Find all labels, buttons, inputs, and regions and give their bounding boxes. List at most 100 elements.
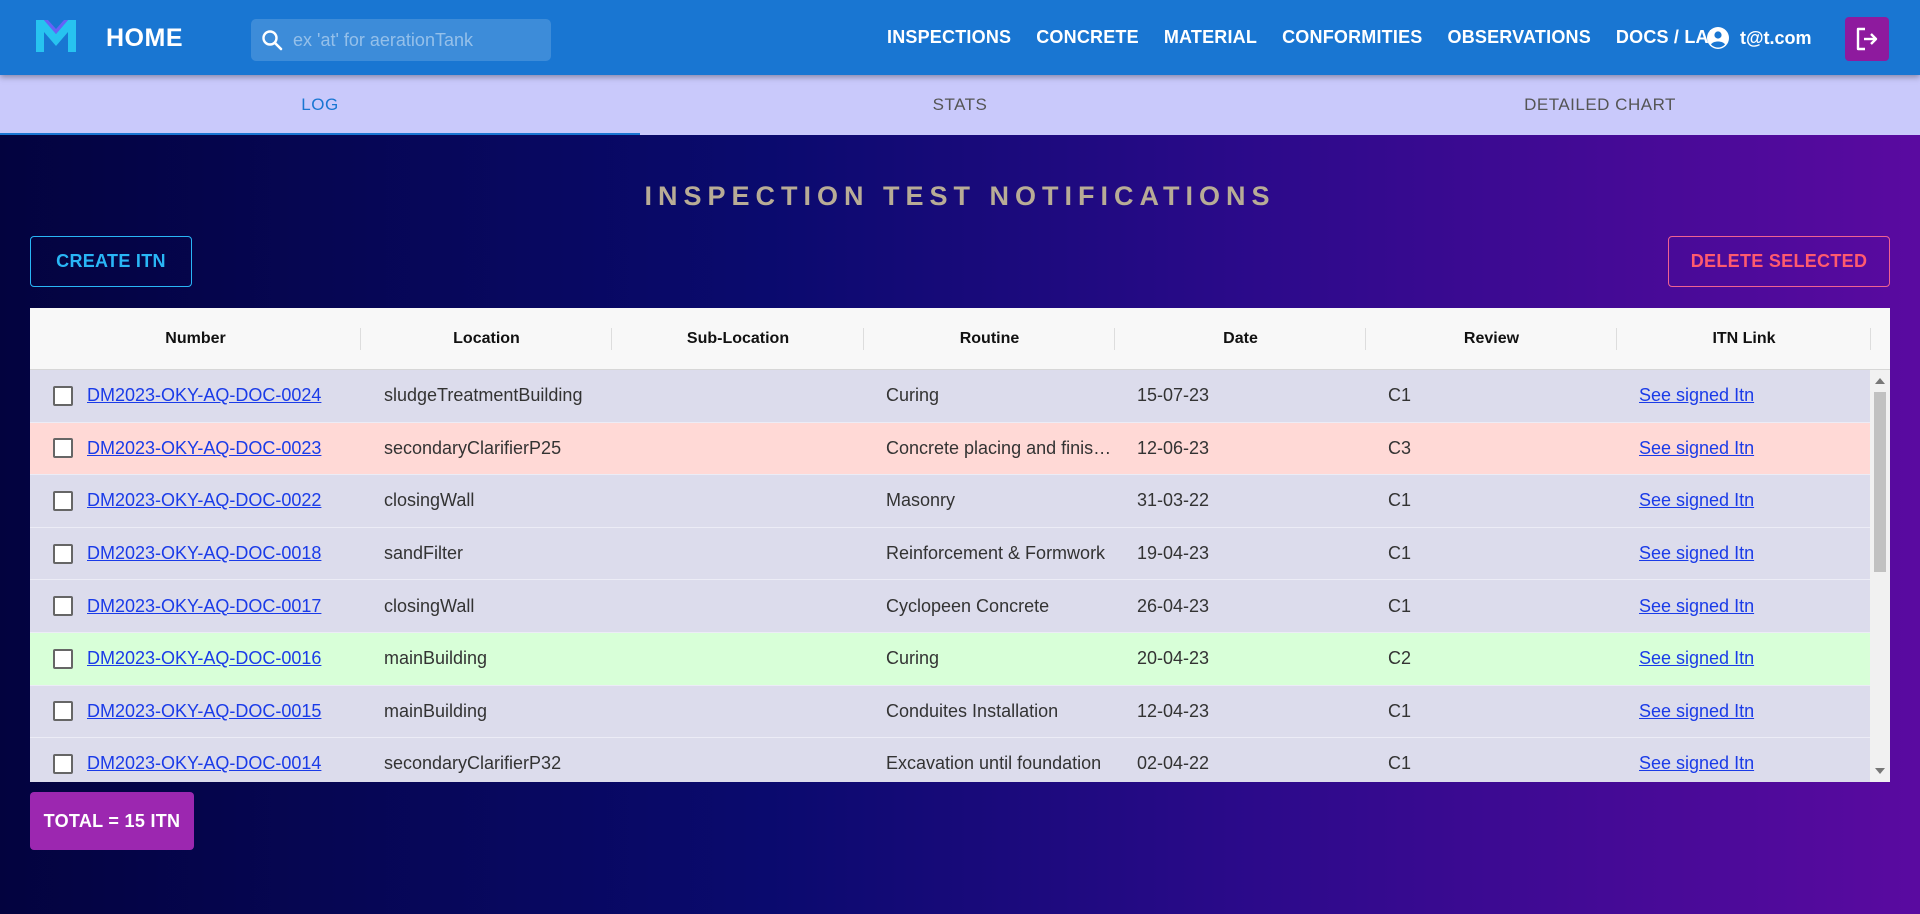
table-row: DM2023-OKY-AQ-DOC-0018 sandFilter Reinfo… [30, 528, 1890, 581]
search-icon [251, 19, 293, 61]
delete-selected-button[interactable]: DELETE SELECTED [1668, 236, 1890, 287]
nav-inspections[interactable]: INSPECTIONS [887, 27, 1011, 48]
row-checkbox[interactable] [53, 596, 73, 617]
user-menu[interactable]: t@t.com [1706, 26, 1812, 50]
nav-material[interactable]: MATERIAL [1164, 27, 1257, 48]
table-row: DM2023-OKY-AQ-DOC-0016 mainBuilding Curi… [30, 632, 1890, 686]
date-cell: 19-04-23 [1137, 543, 1210, 564]
itn-number-link[interactable]: DM2023-OKY-AQ-DOC-0022 [87, 490, 321, 511]
routine-cell: Masonry [886, 490, 956, 511]
column-label: Review [1463, 330, 1520, 347]
search-input[interactable] [293, 29, 543, 51]
table-row: DM2023-OKY-AQ-DOC-0024 sludgeTreatmentBu… [30, 370, 1890, 423]
column-label: ITN Link [1712, 330, 1776, 347]
total-itn-badge: TOTAL = 15 ITN [30, 792, 194, 850]
table-scrollbar[interactable] [1870, 370, 1890, 782]
location-cell: sandFilter [384, 543, 464, 564]
column-label: Sub-Location [686, 330, 790, 347]
signed-itn-link[interactable]: See signed Itn [1639, 490, 1754, 510]
row-checkbox[interactable] [53, 490, 73, 511]
column-label: Location [453, 330, 520, 347]
column-header-date[interactable]: Date [1115, 308, 1366, 370]
itn-number-link[interactable]: DM2023-OKY-AQ-DOC-0017 [87, 596, 321, 617]
column-header-number[interactable]: Number [30, 308, 361, 370]
nav-observations[interactable]: OBSERVATIONS [1448, 27, 1591, 48]
table-body: DM2023-OKY-AQ-DOC-0024 sludgeTreatmentBu… [30, 370, 1890, 782]
itn-number-link[interactable]: DM2023-OKY-AQ-DOC-0023 [87, 438, 321, 459]
review-cell: C1 [1388, 595, 1412, 616]
tab-log[interactable]: LOG [0, 75, 640, 135]
row-checkbox[interactable] [53, 543, 73, 564]
column-header-itn-link[interactable]: ITN Link [1617, 308, 1871, 370]
routine-cell: Concrete placing and finishing [886, 437, 1115, 458]
date-cell: 15-07-23 [1137, 385, 1210, 406]
table-row: DM2023-OKY-AQ-DOC-0022 closingWall Mason… [30, 475, 1890, 528]
column-header-review[interactable]: Review [1366, 308, 1617, 370]
create-itn-button[interactable]: CREATE ITN [30, 236, 192, 287]
scrollbar-thumb[interactable] [1874, 392, 1886, 572]
signed-itn-link[interactable]: See signed Itn [1639, 438, 1754, 458]
location-cell: secondaryClarifierP32 [384, 753, 562, 774]
row-checkbox[interactable] [53, 648, 73, 669]
signed-itn-link[interactable]: See signed Itn [1639, 543, 1754, 563]
logout-button[interactable] [1845, 17, 1889, 61]
review-cell: C1 [1388, 700, 1412, 721]
signed-itn-link[interactable]: See signed Itn [1639, 648, 1754, 668]
itn-number-link[interactable]: DM2023-OKY-AQ-DOC-0024 [87, 385, 321, 406]
home-link[interactable]: HOME [106, 24, 183, 53]
m-logo-icon[interactable] [34, 18, 78, 54]
column-header-sub-location[interactable]: Sub-Location [612, 308, 864, 370]
account-circle-icon [1707, 27, 1729, 49]
row-checkbox[interactable] [53, 438, 73, 459]
table-row: DM2023-OKY-AQ-DOC-0014 secondaryClarifie… [30, 738, 1890, 782]
signed-itn-link[interactable]: See signed Itn [1639, 753, 1754, 773]
date-cell: 12-06-23 [1137, 437, 1210, 458]
table-row: DM2023-OKY-AQ-DOC-0015 mainBuilding Cond… [30, 686, 1890, 739]
nav-concrete[interactable]: CONCRETE [1036, 27, 1139, 48]
routine-cell: Curing [886, 648, 940, 669]
routine-cell: Curing [886, 385, 940, 406]
column-header-location[interactable]: Location [361, 308, 612, 370]
itn-number-link[interactable]: DM2023-OKY-AQ-DOC-0018 [87, 543, 321, 564]
date-cell: 12-04-23 [1137, 700, 1210, 721]
location-cell: closingWall [384, 595, 475, 616]
search-box[interactable] [251, 19, 551, 61]
itn-number-link[interactable]: DM2023-OKY-AQ-DOC-0014 [87, 753, 321, 774]
signed-itn-link[interactable]: See signed Itn [1639, 701, 1754, 721]
date-cell: 20-04-23 [1137, 648, 1210, 669]
page-title: INSPECTION TEST NOTIFICATIONS [644, 181, 1276, 211]
scroll-up-arrow-icon[interactable] [1875, 378, 1885, 384]
tab-stats[interactable]: STATS [640, 75, 1280, 135]
scroll-down-arrow-icon[interactable] [1875, 768, 1885, 774]
signed-itn-link[interactable]: See signed Itn [1639, 385, 1754, 405]
review-cell: C1 [1388, 385, 1412, 406]
itn-number-link[interactable]: DM2023-OKY-AQ-DOC-0016 [87, 648, 321, 669]
main-nav: INSPECTIONS CONCRETE MATERIAL CONFORMITI… [887, 0, 1747, 75]
signed-itn-link[interactable]: See signed Itn [1639, 596, 1754, 616]
column-label: Number [165, 330, 226, 347]
tab-detailed-chart[interactable]: DETAILED CHART [1280, 75, 1920, 135]
review-cell: C2 [1388, 648, 1412, 669]
review-cell: C3 [1388, 437, 1412, 458]
routine-cell: Cyclopeen Concrete [886, 595, 1050, 616]
itn-number-link[interactable]: DM2023-OKY-AQ-DOC-0015 [87, 701, 321, 722]
review-cell: C1 [1388, 543, 1412, 564]
column-label: Routine [959, 330, 1020, 347]
logout-icon [1856, 27, 1878, 51]
column-header-routine[interactable]: Routine [864, 308, 1115, 370]
row-checkbox[interactable] [53, 385, 73, 406]
itn-table: Number Location Sub-Location Routine Dat… [30, 308, 1890, 782]
routine-cell: Excavation until foundation [886, 753, 1102, 774]
row-checkbox[interactable] [53, 701, 73, 722]
table-header: Number Location Sub-Location Routine Dat… [30, 308, 1890, 370]
table-row: DM2023-OKY-AQ-DOC-0023 secondaryClarifie… [30, 422, 1890, 476]
date-cell: 02-04-22 [1137, 753, 1210, 774]
review-cell: C1 [1388, 753, 1412, 774]
nav-conformities[interactable]: CONFORMITIES [1282, 27, 1422, 48]
row-checkbox[interactable] [53, 753, 73, 774]
review-cell: C1 [1388, 490, 1412, 511]
column-label: Date [1223, 330, 1258, 347]
location-cell: closingWall [384, 490, 475, 511]
location-cell: sludgeTreatmentBuilding [384, 385, 583, 406]
user-email: t@t.com [1740, 27, 1812, 48]
